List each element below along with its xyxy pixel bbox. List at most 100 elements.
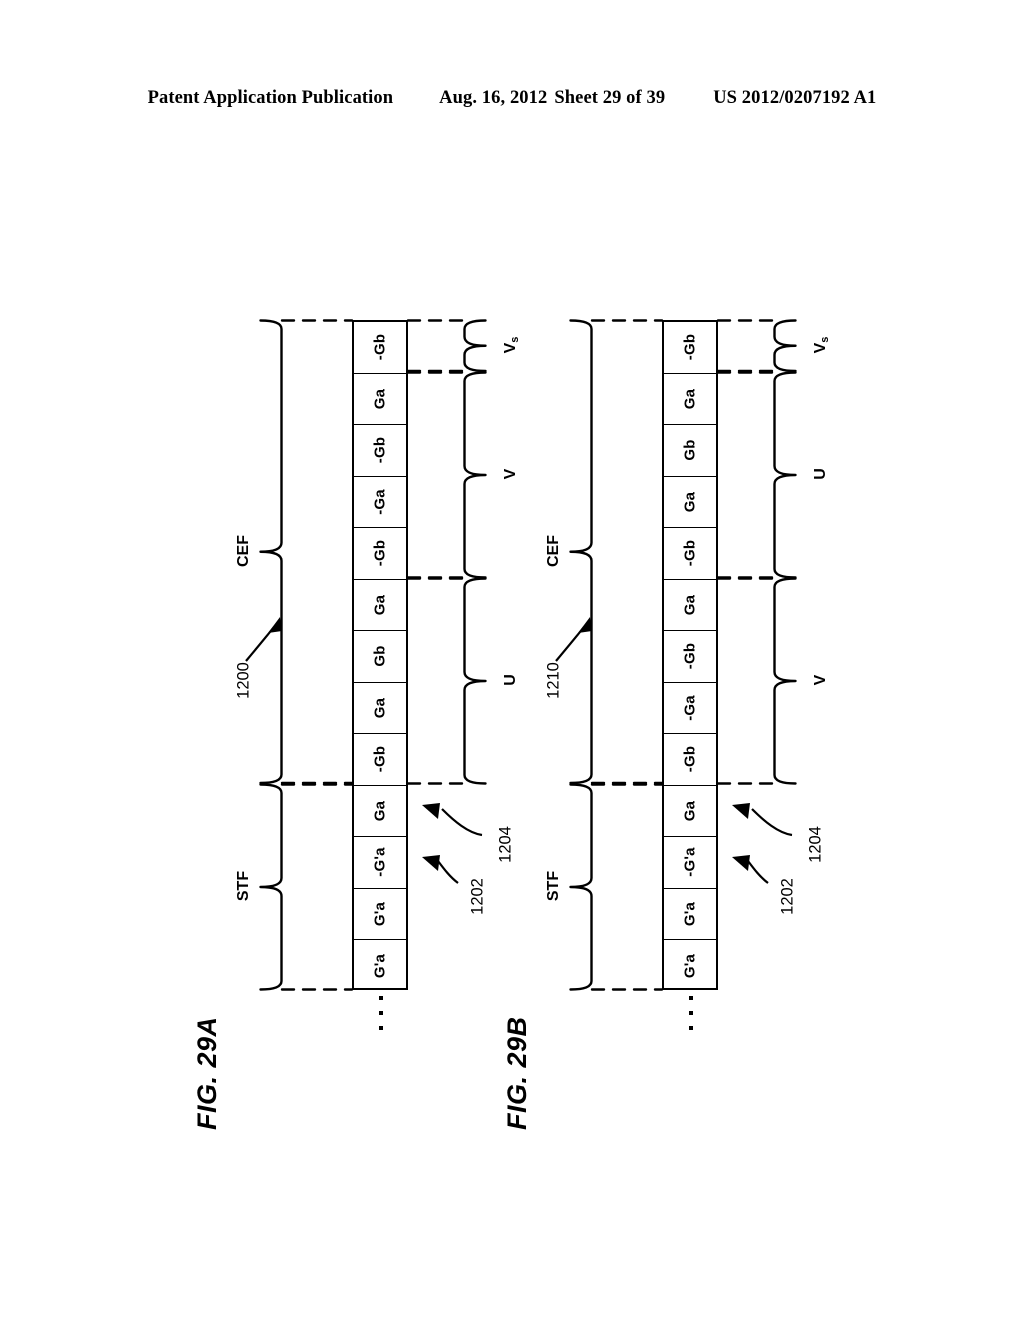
frame-cell: -Gb — [664, 322, 716, 374]
frame-cell: -Gb — [354, 322, 406, 374]
brace-label-group — [773, 576, 797, 785]
callout-leader — [732, 803, 793, 837]
frame-cell-label: -G'a — [371, 847, 389, 877]
frame-cell-label: G'a — [371, 901, 389, 926]
frame-cell: -G'a — [354, 837, 406, 889]
frame-cell: -Gb — [354, 734, 406, 786]
frame-cell-label: -Gb — [371, 334, 389, 361]
brace-connector-cef — [590, 319, 664, 785]
frame-cell-label: Gb — [681, 439, 699, 461]
frame-cell-label: -Gb — [681, 334, 699, 361]
frame-cell-label: Ga — [371, 697, 389, 718]
frame-cell-label: G'a — [371, 953, 389, 978]
frame-cell: Ga — [354, 683, 406, 734]
frame-cell-label: Ga — [681, 388, 699, 409]
frame-cell: -Gb — [354, 425, 406, 477]
brace-label-text: V — [812, 674, 829, 685]
frame-cell: Ga — [664, 477, 716, 528]
brace-connector-cef — [280, 319, 354, 785]
frame-cell-label: -Gb — [371, 540, 389, 567]
frame-cell: Ga — [354, 786, 406, 837]
frame-cell: Ga — [354, 580, 406, 631]
frame-cell-label: -Ga — [371, 488, 389, 515]
frame-cell: -Gb — [664, 528, 716, 580]
callout-number-1202: 1202 — [778, 877, 797, 915]
brace-connector-stf — [590, 782, 664, 991]
frame-cell-label: -Gb — [681, 540, 699, 567]
frame-cell: G'a — [354, 940, 406, 992]
brace-label-subscript: s — [819, 336, 831, 343]
figure-reference-arrow — [245, 617, 282, 662]
callout-leader — [422, 803, 483, 837]
brace-label-stf: STF — [235, 870, 252, 901]
brace-connector — [406, 576, 466, 785]
vertical-ellipsis-icon — [376, 996, 386, 1041]
figure-29b: FIG. 29B -Gb Ga Gb Ga -Gb Ga -Gb -Ga -Gb Ga -G'a G'a… — [490, 0, 831, 1320]
frame-cell-label: -Ga — [681, 694, 699, 721]
brace-label-text: V — [812, 342, 829, 354]
frame-cell-label: -Gb — [681, 746, 699, 773]
brace-label-group — [773, 319, 797, 373]
frame-cell-label: Ga — [371, 388, 389, 409]
frame-cell-column: -Gb Ga Gb Ga -Gb Ga -Gb -Ga -Gb Ga -G'a G'a G'a — [662, 320, 718, 990]
frame-cell-label: -Gb — [371, 746, 389, 773]
frame-cell-label: G'a — [681, 901, 699, 926]
frame-cell-column: -Gb Ga -Gb -Ga -Gb Ga Gb Ga -Gb Ga -G'a G'a G'a — [352, 320, 408, 990]
brace-cef — [569, 319, 593, 785]
frame-cell-label: Ga — [681, 491, 699, 512]
callout-number-1204: 1204 — [806, 826, 825, 864]
frame-cell-label: Gb — [371, 645, 389, 667]
brace-connector — [406, 319, 466, 373]
frame-cell: Ga — [664, 786, 716, 837]
frame-cell: -Gb — [664, 734, 716, 786]
brace-label-u: U — [812, 449, 830, 499]
brace-label-cef: CEF — [545, 534, 562, 567]
brace-connector — [716, 319, 776, 373]
frame-cell-label: -Gb — [371, 437, 389, 464]
brace-label-text: U — [812, 467, 829, 480]
frame-cell: Gb — [354, 631, 406, 683]
figure-caption: FIG. 29A — [192, 1016, 222, 1130]
brace-label-stf: STF — [545, 870, 562, 901]
frame-cell-label: Ga — [371, 594, 389, 615]
brace-label-group — [773, 370, 797, 579]
frame-cell: -Gb — [664, 631, 716, 683]
figure-reference-arrow — [555, 617, 592, 662]
brace-connector — [716, 370, 776, 579]
brace-label-group — [463, 576, 487, 785]
brace-label-group — [463, 319, 487, 373]
frame-cell: Ga — [664, 374, 716, 425]
frame-cell: -G'a — [664, 837, 716, 889]
brace-label-vs: Vs — [812, 320, 831, 370]
frame-cell: -Ga — [354, 477, 406, 528]
brace-connector — [406, 370, 466, 579]
brace-stf — [259, 782, 283, 991]
figure-29a: FIG. 29A -Gb Ga -Gb -Ga -Gb Ga Gb Ga -Gb Ga -G'a G'a… — [180, 0, 521, 1320]
frame-cell: G'a — [664, 889, 716, 940]
callout-number-1202: 1202 — [468, 877, 487, 915]
brace-label-v: V — [812, 655, 830, 705]
frame-cell: G'a — [354, 889, 406, 940]
frame-cell: Gb — [664, 425, 716, 477]
frame-cell: -Ga — [664, 683, 716, 734]
frame-cell-label: -Gb — [681, 643, 699, 670]
frame-cell-label: Ga — [681, 594, 699, 615]
frame-cell-label: -G'a — [681, 847, 699, 877]
frame-cell: Ga — [354, 374, 406, 425]
frame-cell-label: Ga — [371, 800, 389, 821]
brace-connector — [716, 576, 776, 785]
frame-cell-label: G'a — [681, 953, 699, 978]
brace-label-cef: CEF — [235, 534, 252, 567]
brace-connector-stf — [280, 782, 354, 991]
vertical-ellipsis-icon — [686, 996, 696, 1041]
figure-caption: FIG. 29B — [502, 1016, 532, 1130]
frame-cell: -Gb — [354, 528, 406, 580]
frame-cell: G'a — [664, 940, 716, 992]
frame-cell-label: Ga — [681, 800, 699, 821]
callout-leader — [422, 854, 459, 884]
brace-cef — [259, 319, 283, 785]
frame-cell: Ga — [664, 580, 716, 631]
callout-leader — [732, 854, 769, 884]
brace-label-group — [463, 370, 487, 579]
brace-stf — [569, 782, 593, 991]
